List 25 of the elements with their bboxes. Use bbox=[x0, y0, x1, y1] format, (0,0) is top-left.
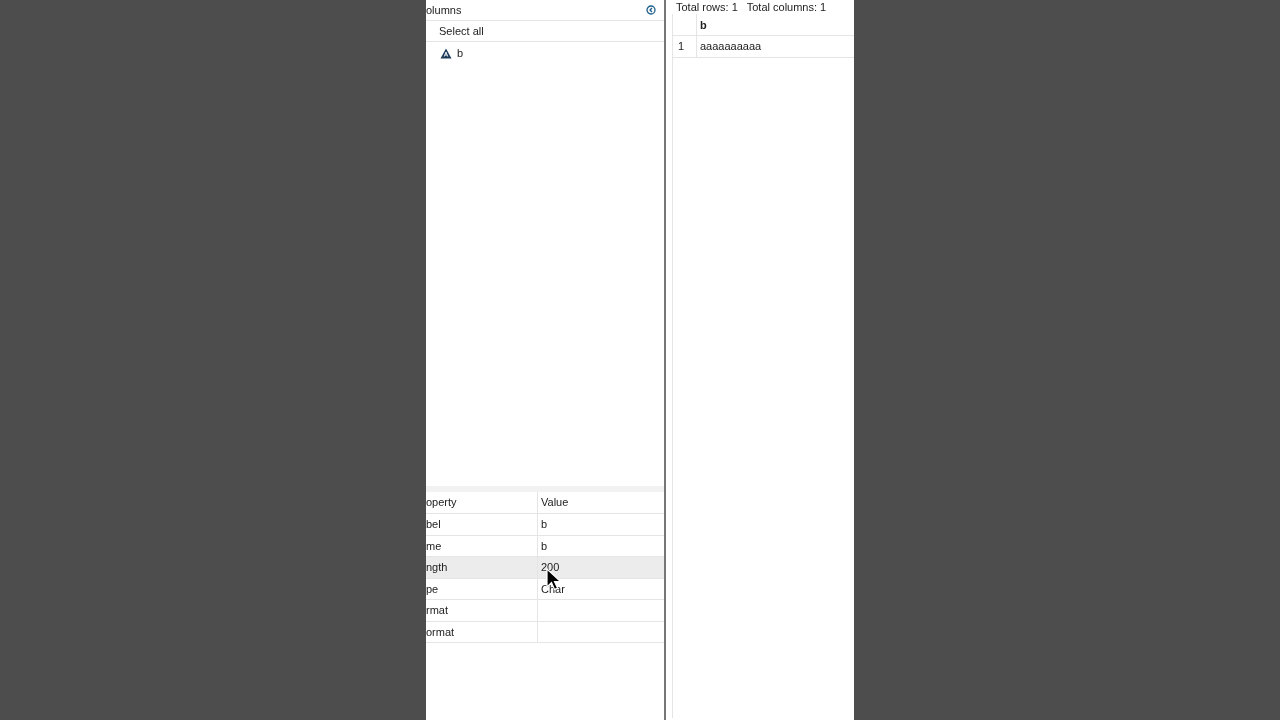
column-item[interactable]: b bbox=[457, 44, 464, 62]
property-name: rmat bbox=[426, 603, 448, 618]
property-name: pe bbox=[426, 581, 439, 597]
select-all-label[interactable]: Select all bbox=[439, 22, 484, 40]
collapse-icon[interactable] bbox=[646, 5, 656, 15]
property-value: b bbox=[541, 538, 548, 554]
property-name: me bbox=[426, 538, 442, 554]
property-name: ormat bbox=[426, 624, 455, 640]
row-number: 1 bbox=[673, 36, 697, 57]
property-name: ngth bbox=[426, 560, 448, 575]
property-row[interactable]: rmat bbox=[426, 600, 664, 622]
property-row[interactable]: ormat bbox=[426, 621, 664, 643]
property-row[interactable]: me b bbox=[426, 535, 664, 557]
property-row[interactable]: bel b bbox=[426, 514, 664, 536]
column-header: b bbox=[699, 18, 708, 33]
panel-title: olumns bbox=[426, 2, 462, 18]
character-type-icon bbox=[440, 47, 452, 59]
table-cell-text: aaaaaaaaaa bbox=[699, 39, 763, 55]
column-header: Value bbox=[540, 495, 570, 511]
property-value: 200 bbox=[541, 560, 560, 575]
property-name: bel bbox=[426, 517, 441, 532]
property-value: b bbox=[541, 517, 548, 532]
summary-text: Total rows: 1 Total columns: 1 bbox=[675, 0, 828, 14]
property-value: Char bbox=[541, 581, 565, 597]
column-header: operty bbox=[426, 492, 538, 513]
